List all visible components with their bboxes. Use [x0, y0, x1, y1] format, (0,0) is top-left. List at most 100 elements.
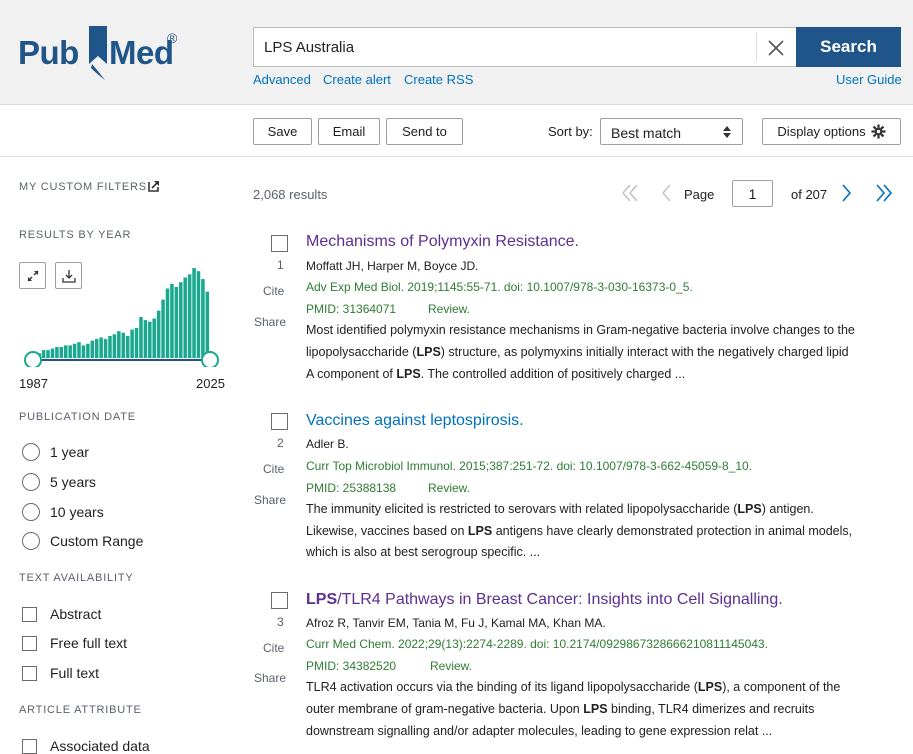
filter-free-full-text[interactable]: Free full text — [22, 632, 127, 654]
histogram-bar[interactable] — [81, 345, 86, 358]
cite-button[interactable]: Cite — [263, 462, 284, 476]
custom-filters-heading[interactable]: MY CUSTOM FILTERS — [19, 181, 147, 193]
result-pmid: PMID: 34382520 — [306, 659, 397, 673]
cite-button[interactable]: Cite — [263, 641, 284, 655]
histogram-bar[interactable] — [46, 350, 50, 358]
histogram-bar[interactable] — [68, 345, 72, 358]
histogram-bar[interactable] — [86, 343, 90, 358]
histogram-bar[interactable] — [125, 335, 130, 358]
result-title-link[interactable]: Vaccines against leptospirosis. — [306, 412, 524, 430]
result-number: 3 — [277, 615, 284, 629]
search-input[interactable] — [254, 28, 754, 66]
result-checkbox[interactable] — [271, 235, 288, 252]
search-button[interactable]: Search — [796, 27, 901, 67]
histogram-bar[interactable] — [108, 335, 112, 358]
histogram-bar[interactable] — [201, 279, 205, 358]
save-button[interactable]: Save — [253, 118, 312, 145]
histogram-bar[interactable] — [161, 299, 165, 358]
histogram-bar[interactable] — [170, 283, 174, 358]
histogram-bar[interactable] — [165, 288, 170, 358]
histogram-bar[interactable] — [139, 316, 143, 358]
radio-button[interactable] — [22, 532, 40, 550]
histogram-bar[interactable] — [94, 339, 99, 358]
date-option-custom-range[interactable]: Custom Range — [22, 530, 143, 552]
histogram-bar[interactable] — [103, 339, 108, 358]
filter-associated-data[interactable]: Associated data — [22, 735, 150, 754]
external-link-icon[interactable] — [148, 180, 160, 192]
checkbox[interactable] — [22, 738, 37, 754]
histogram-bar[interactable] — [41, 350, 46, 358]
histogram-bar[interactable] — [179, 282, 183, 358]
histogram-bar[interactable] — [134, 328, 139, 358]
create-alert-link[interactable]: Create alert — [323, 72, 391, 87]
histogram-bar[interactable] — [59, 346, 64, 358]
previous-page-icon[interactable] — [659, 182, 673, 204]
histogram-bar[interactable] — [77, 342, 81, 358]
display-options-button[interactable]: Display options — [762, 118, 901, 145]
filter-abstract[interactable]: Abstract — [22, 603, 101, 625]
histogram-bar[interactable] — [55, 346, 59, 358]
share-button[interactable]: Share — [254, 493, 286, 507]
histogram-bar[interactable] — [187, 274, 192, 358]
result-title-link[interactable]: LPS/TLR4 Pathways in Breast Cancer: Insi… — [306, 591, 783, 609]
date-option-5-years[interactable]: 5 years — [22, 471, 96, 493]
year-range-end-label: 2025 — [196, 376, 225, 391]
logo-med-text: Med — [109, 34, 174, 71]
histogram-bar[interactable] — [50, 348, 55, 358]
share-button[interactable]: Share — [254, 315, 286, 329]
histogram-bar[interactable] — [196, 271, 201, 358]
filter-label: Associated data — [50, 738, 150, 754]
histogram-bar[interactable] — [174, 286, 179, 358]
text-availability-heading: TEXT AVAILABILITY — [19, 572, 134, 584]
user-guide-link[interactable]: User Guide — [836, 72, 902, 87]
histogram-bars — [33, 268, 210, 358]
year-range-start-label: 1987 — [19, 376, 48, 391]
cite-button[interactable]: Cite — [263, 284, 284, 298]
histogram-bar[interactable] — [152, 318, 156, 358]
histogram-bar[interactable] — [205, 291, 210, 358]
histogram-bar[interactable] — [99, 337, 103, 358]
sort-select[interactable]: Best match — [600, 118, 743, 145]
histogram-bar[interactable] — [192, 268, 196, 358]
date-option-label: Custom Range — [50, 533, 144, 549]
filter-label: Free full text — [50, 635, 128, 651]
checkbox[interactable] — [22, 606, 37, 622]
histogram-bar[interactable] — [130, 329, 134, 358]
histogram-bar[interactable] — [112, 334, 117, 358]
next-page-icon[interactable] — [840, 182, 854, 204]
send-to-button[interactable]: Send to — [386, 118, 463, 145]
share-button[interactable]: Share — [254, 671, 286, 685]
advanced-link[interactable]: Advanced — [253, 72, 311, 87]
pubmed-logo[interactable]: Pub Med ® — [18, 20, 183, 80]
radio-button[interactable] — [22, 473, 40, 491]
histogram-bar[interactable] — [183, 277, 187, 358]
histogram-bar[interactable] — [143, 320, 148, 358]
last-page-icon[interactable] — [874, 182, 894, 204]
results-by-year-chart[interactable] — [19, 262, 229, 367]
histogram-bar[interactable] — [121, 332, 126, 358]
date-option-10-years[interactable]: 10 years — [22, 501, 104, 523]
histogram-bar[interactable] — [72, 343, 77, 358]
result-checkbox[interactable] — [271, 413, 288, 430]
result-title-link[interactable]: Mechanisms of Polymyxin Resistance. — [306, 233, 579, 251]
year-range-end-handle[interactable] — [201, 351, 219, 367]
checkbox[interactable] — [22, 635, 37, 651]
clear-search-icon[interactable] — [764, 36, 788, 60]
radio-button[interactable] — [22, 443, 40, 461]
year-range-start-handle[interactable] — [24, 351, 42, 367]
checkbox[interactable] — [22, 665, 37, 681]
histogram-bar[interactable] — [63, 345, 68, 358]
histogram-bar[interactable] — [90, 340, 95, 358]
result-checkbox[interactable] — [271, 592, 288, 609]
histogram-bar[interactable] — [148, 321, 152, 358]
first-page-icon[interactable] — [620, 182, 640, 204]
date-option-1-year[interactable]: 1 year — [22, 441, 89, 463]
display-options-label: Display options — [777, 124, 866, 139]
radio-button[interactable] — [22, 503, 40, 521]
histogram-bar[interactable] — [117, 331, 121, 358]
histogram-bar[interactable] — [156, 310, 161, 358]
filter-full-text[interactable]: Full text — [22, 662, 99, 684]
page-number-input[interactable] — [732, 180, 773, 207]
create-rss-link[interactable]: Create RSS — [404, 72, 473, 87]
email-button[interactable]: Email — [318, 118, 380, 145]
